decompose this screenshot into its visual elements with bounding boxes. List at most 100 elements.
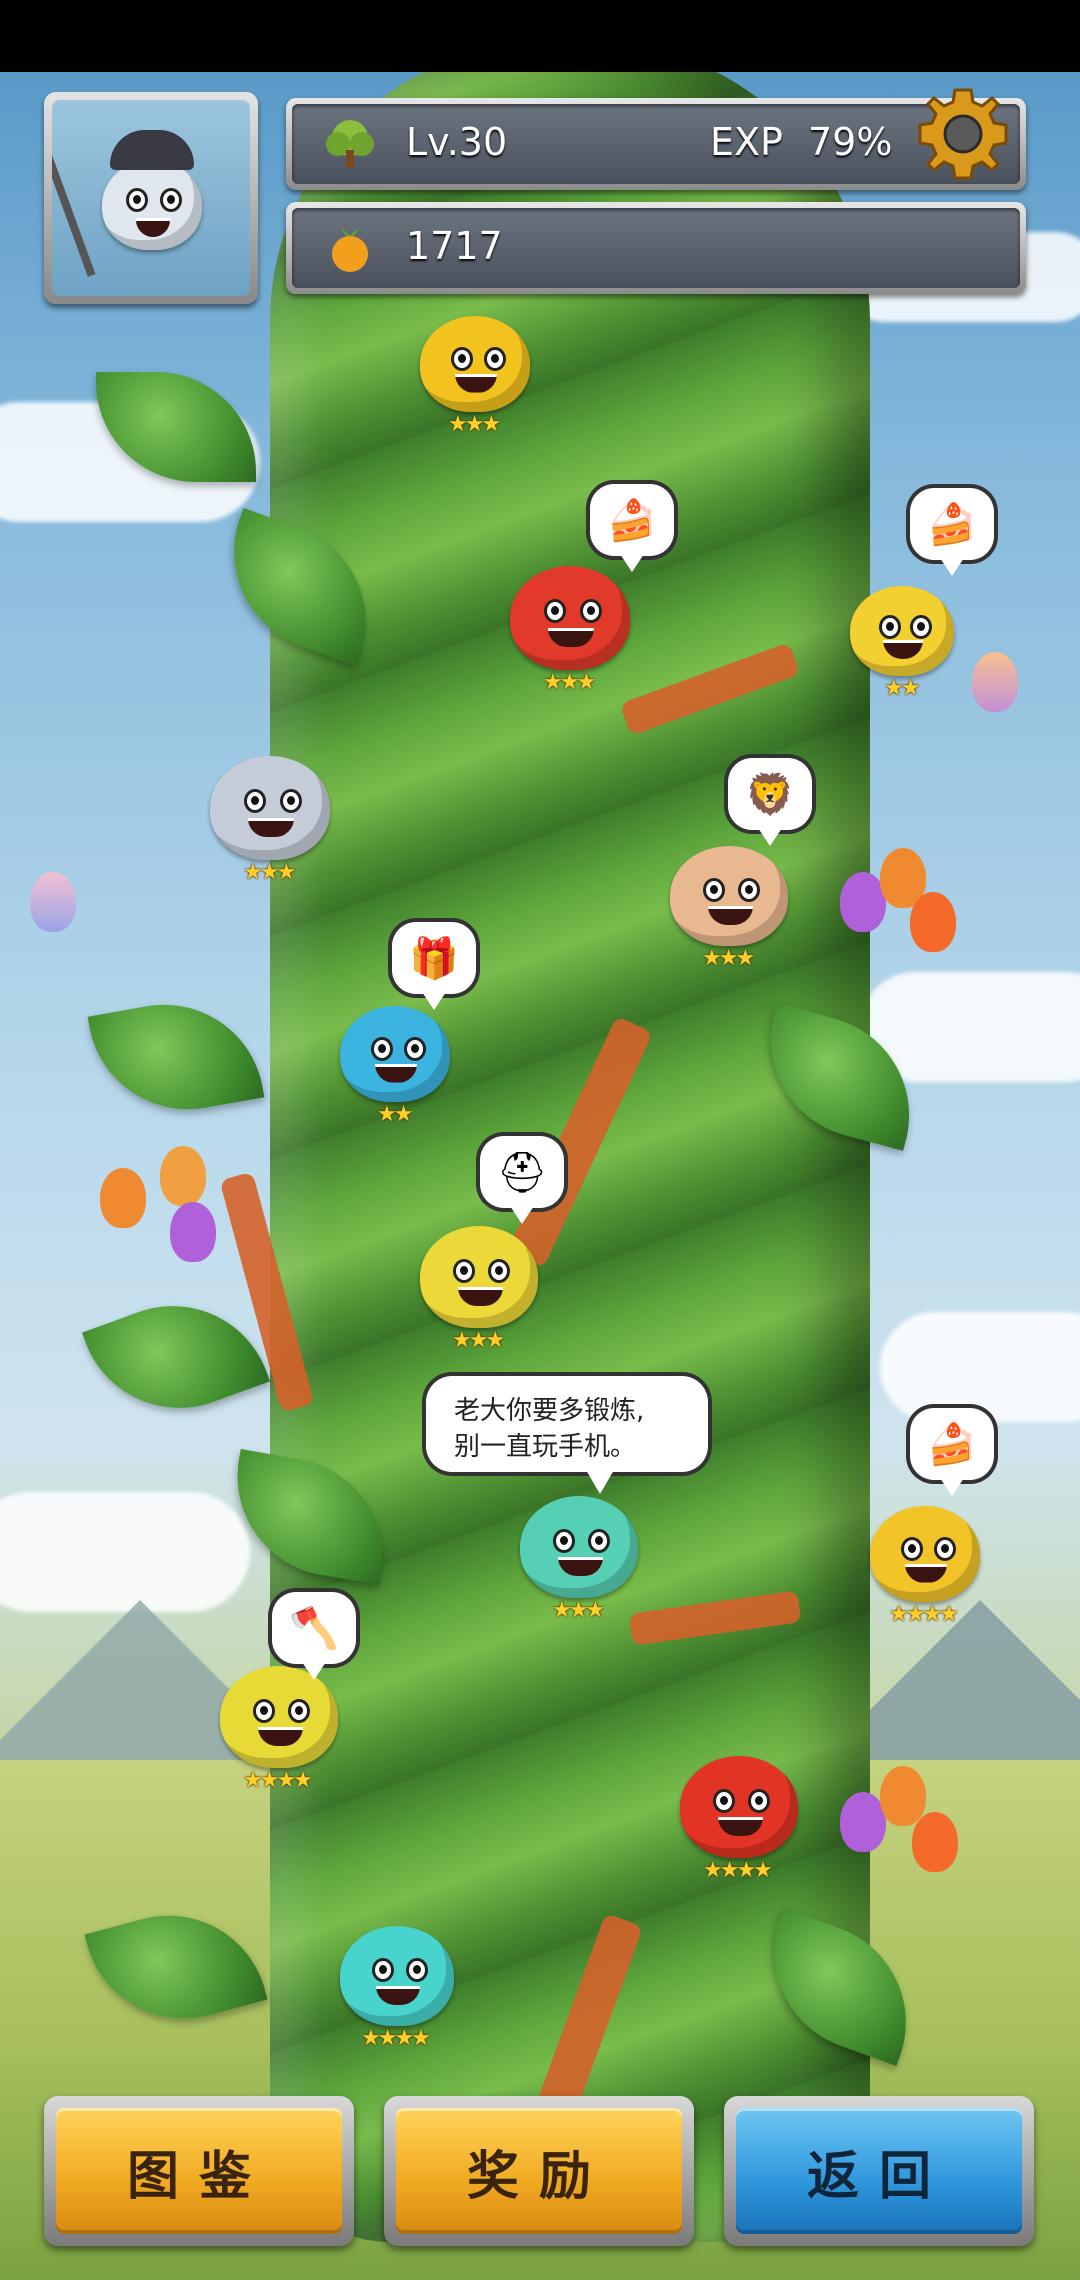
player-avatar-frame[interactable] xyxy=(44,92,258,304)
lion-icon: 🦁 xyxy=(745,771,795,818)
character-body xyxy=(520,1496,638,1598)
exp-label: EXP xyxy=(710,120,783,164)
character-grey-ice-reaper[interactable]: ★★★ xyxy=(190,750,350,894)
character-star-rating: ★★★ xyxy=(452,1328,505,1353)
exp-percent: 79% xyxy=(808,120,893,164)
character-star-rating: ★★★ xyxy=(543,670,596,695)
character-request-bubble[interactable]: ⛑ xyxy=(480,1136,564,1224)
level-text: Lv.30 xyxy=(406,120,508,164)
cloud xyxy=(880,1312,1080,1422)
character-body xyxy=(510,566,630,670)
character-star-rating: ★★★ xyxy=(448,412,501,437)
fruit-icon xyxy=(322,220,378,276)
character-tan-lion-dancer[interactable]: ★★★ xyxy=(650,840,808,980)
avatar xyxy=(52,100,250,296)
character-eye xyxy=(588,1528,611,1553)
party-balloon xyxy=(912,1812,958,1872)
character-star-rating: ★★★★ xyxy=(361,2026,431,2051)
character-blue-pirate[interactable]: ★★ xyxy=(320,1000,470,1136)
character-yellow-spartan[interactable]: ★★★★ xyxy=(850,1500,1000,1636)
resource-count: 1717 xyxy=(406,224,503,268)
character-star-rating: ★★★ xyxy=(243,860,296,885)
character-teal-wizard[interactable]: ★★★ xyxy=(500,1490,658,1632)
character-eye xyxy=(748,1788,771,1813)
cloud xyxy=(0,1492,250,1612)
character-star-rating: ★★★★ xyxy=(889,1602,959,1627)
reward-button[interactable]: 奖励 xyxy=(384,2096,694,2246)
speech-line-1: 老大你要多锻炼, xyxy=(454,1396,645,1426)
character-star-rating: ★★★ xyxy=(552,1598,605,1623)
character-eye xyxy=(933,1536,956,1561)
party-balloon xyxy=(160,1146,206,1206)
character-star-rating: ★★ xyxy=(884,676,920,701)
character-eye xyxy=(370,1036,393,1061)
avatar-eye xyxy=(126,188,148,212)
back-button-label: 返回 xyxy=(736,2108,1022,2234)
trident-icon xyxy=(52,133,96,277)
character-eye xyxy=(403,1036,426,1061)
character-star-rating: ★★★★ xyxy=(703,1858,773,1883)
party-balloon xyxy=(170,1202,216,1262)
character-body xyxy=(210,756,330,860)
character-eye xyxy=(243,789,266,814)
character-star-rating: ★★★ xyxy=(702,946,755,971)
party-balloon xyxy=(910,892,956,952)
back-button[interactable]: 返回 xyxy=(724,2096,1034,2246)
character-eye xyxy=(579,599,602,624)
character-eye xyxy=(288,1698,311,1723)
character-request-bubble[interactable]: 🎁 xyxy=(392,922,476,1010)
character-body xyxy=(850,586,954,676)
character-eye xyxy=(879,614,902,639)
character-request-bubble[interactable]: 🍰 xyxy=(910,1408,994,1496)
reward-button-label: 奖励 xyxy=(396,2108,682,2234)
character-request-bubble[interactable]: 🍰 xyxy=(910,488,994,576)
resource-bar: 1717 xyxy=(286,202,1026,294)
character-eye xyxy=(910,614,933,639)
cake-icon: 🍰 xyxy=(927,1421,977,1468)
character-yellow-dark-knight[interactable]: ★★★ xyxy=(400,1220,558,1362)
character-body xyxy=(870,1506,980,1602)
character-teal-barbarian[interactable]: ★★★★ xyxy=(320,1920,474,2060)
character-eye xyxy=(406,1958,429,1982)
speech-bubble: 老大你要多锻炼, 别一直玩手机。 xyxy=(426,1376,708,1494)
character-eye xyxy=(543,599,566,624)
character-yellow-pirate-captain[interactable]: ★★ xyxy=(830,580,974,710)
character-eye xyxy=(488,1258,511,1283)
settings-button[interactable] xyxy=(910,84,1016,190)
codex-button[interactable]: 图鉴 xyxy=(44,2096,354,2246)
codex-button-label: 图鉴 xyxy=(56,2108,342,2234)
gift-icon: 🎁 xyxy=(409,935,459,982)
character-body xyxy=(420,316,530,412)
tree-icon xyxy=(322,116,378,172)
character-eye xyxy=(371,1958,394,1982)
character-yellow-monkey-king[interactable]: ★★★ xyxy=(400,310,550,446)
axe-icon: 🪓 xyxy=(289,1605,339,1652)
character-eye xyxy=(900,1536,923,1561)
character-red-knight[interactable]: ★★★★ xyxy=(660,1750,818,1892)
character-eye xyxy=(279,789,302,814)
character-eye xyxy=(713,1788,736,1813)
character-request-bubble[interactable]: 🍰 xyxy=(590,484,674,572)
character-star-rating: ★★★★ xyxy=(243,1768,313,1793)
character-body xyxy=(340,1006,450,1102)
cake-icon: 🍰 xyxy=(607,497,657,544)
avatar-eye xyxy=(160,188,182,212)
character-red-fire-warrior[interactable]: ★★★ xyxy=(490,560,650,704)
character-request-bubble[interactable]: 🪓 xyxy=(272,1592,356,1680)
character-request-bubble[interactable]: 🦁 xyxy=(728,758,812,846)
speech-line-2: 别一直玩手机。 xyxy=(454,1432,637,1462)
party-balloon xyxy=(100,1168,146,1228)
helmet-icon: ⛑ xyxy=(496,1149,548,1196)
character-eye xyxy=(253,1698,276,1723)
character-eye xyxy=(483,346,506,371)
character-body xyxy=(340,1926,454,2026)
character-body xyxy=(680,1756,798,1858)
hot-air-balloon xyxy=(30,872,76,932)
resource-bar-inner xyxy=(292,208,1020,288)
character-eye xyxy=(553,1528,576,1553)
character-body xyxy=(670,846,788,946)
character-eye xyxy=(450,346,473,371)
character-yellow-forest-axe[interactable]: ★★★★ xyxy=(200,1660,358,1802)
party-balloon xyxy=(880,1766,926,1826)
horned-helmet-icon xyxy=(110,130,194,170)
